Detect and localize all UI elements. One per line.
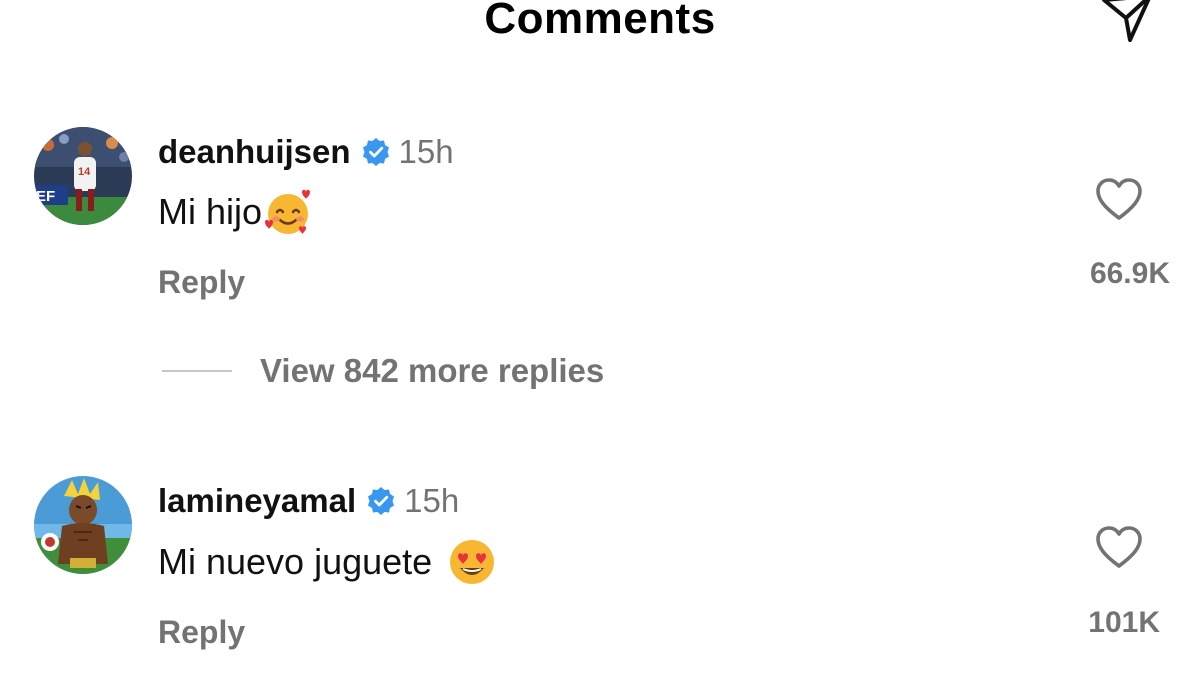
- like-count: 66.9K: [1089, 257, 1170, 290]
- comment-text: Mi hijo: [158, 186, 314, 238]
- username[interactable]: lamineyamal: [158, 482, 356, 520]
- heart-eyes-icon: [450, 540, 495, 584]
- like-count: 101K: [1088, 606, 1160, 639]
- comment-text: Mi nuevo juguete: [158, 536, 498, 588]
- reply-button[interactable]: Reply: [158, 614, 245, 651]
- paper-plane-icon[interactable]: [1100, 0, 1154, 44]
- username[interactable]: deanhuijsen: [158, 133, 351, 171]
- comment-body: Mi nuevo juguete: [158, 541, 433, 582]
- reply-button[interactable]: Reply: [158, 264, 245, 301]
- heart-icon[interactable]: [1094, 176, 1144, 222]
- view-replies-label: View 842 more replies: [260, 352, 605, 389]
- comment-header: lamineyamal 15h: [158, 481, 459, 521]
- svg-text:EF: EF: [36, 188, 55, 205]
- divider: [162, 370, 232, 372]
- avatar[interactable]: EF 14: [34, 127, 132, 225]
- comment-body: Mi hijo: [158, 191, 263, 232]
- timestamp: 15h: [398, 133, 454, 170]
- timestamp: 15h: [404, 482, 460, 519]
- smiling-face-with-hearts-icon: [265, 189, 311, 234]
- comment-header: deanhuijsen 15h: [158, 132, 454, 172]
- verified-badge-icon: [362, 138, 389, 166]
- verified-badge-icon: [368, 487, 395, 515]
- heart-icon[interactable]: [1094, 524, 1144, 570]
- page-title: Comments: [484, 0, 716, 43]
- comments-screen: Comments EF 14 deanhuijsen 15h Mi hijo R…: [0, 0, 1200, 675]
- svg-text:14: 14: [78, 166, 91, 178]
- view-more-replies-link[interactable]: View 842 more replies: [162, 352, 604, 390]
- avatar[interactable]: [34, 476, 132, 574]
